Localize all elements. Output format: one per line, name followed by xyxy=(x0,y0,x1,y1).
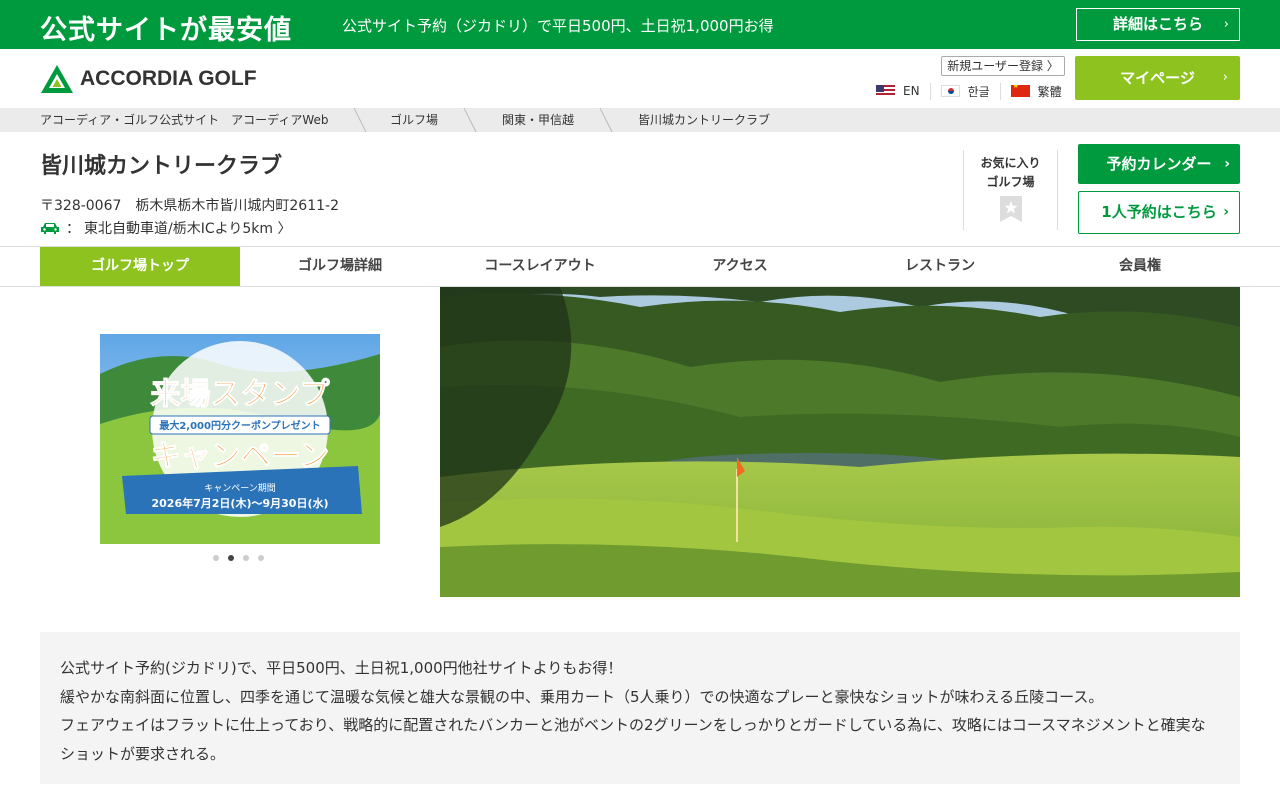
chevron-right-icon: › xyxy=(1223,204,1229,220)
course-address: 〒328-0067 栃木県栃木市皆川城内町2611-2 xyxy=(40,198,339,214)
banner-subtitle: 最大2,000円分クーポンプレゼント xyxy=(159,419,320,432)
banner-title-1: 来場スタンプ xyxy=(150,377,330,412)
language-switcher: EN 한글 繁體 xyxy=(876,82,1062,100)
chevron-right-icon: › xyxy=(1224,156,1230,172)
carousel-dots xyxy=(213,555,273,561)
accordia-logo-icon xyxy=(41,65,73,93)
mypage-button[interactable]: マイページ › xyxy=(1075,56,1240,100)
description-line: 緩やかな南斜面に位置し、四季を通じて温暖な気候と雄大な景観の中、乗用カート（5人… xyxy=(60,687,1104,706)
reservation-calendar-button[interactable]: 予約カレンダー › xyxy=(1078,144,1240,184)
golf-course-photo xyxy=(440,287,1240,597)
banner-period-label: キャンペーン期間 xyxy=(204,483,276,494)
calendar-button-label: 予約カレンダー xyxy=(1106,155,1212,173)
promo-bar: 公式サイトが最安値 公式サイト予約（ジカドリ）で平日500円、土日祝1,000円… xyxy=(0,0,1280,49)
breadcrumb: アコーディア・ゴルフ公式サイト アコーディアWeb ゴルフ場 関東・甲信越 皆川… xyxy=(0,108,1280,132)
lang-label: EN xyxy=(903,84,920,98)
campaign-banner-image: 来場スタンプ 最大2,000円分クーポンプレゼント キャンペーン キャンペーン期… xyxy=(100,334,380,544)
breadcrumb-home[interactable]: アコーディア・ゴルフ公式サイト アコーディアWeb xyxy=(40,108,328,132)
carousel-dot[interactable] xyxy=(213,555,219,561)
breadcrumb-separator-icon xyxy=(463,108,477,132)
banner-period: 2026年7月2日(木)～9月30日(水) xyxy=(152,496,329,510)
car-icon xyxy=(41,223,59,234)
tab-golf-top[interactable]: ゴルフ場トップ xyxy=(40,247,240,286)
tab-membership[interactable]: 会員権 xyxy=(1040,247,1240,286)
access-link[interactable]: 東北自動車道/栃木ICより5km 〉 xyxy=(84,218,291,238)
lang-en[interactable]: EN xyxy=(876,84,920,98)
bookmark-star-icon xyxy=(999,196,1022,222)
tab-restaurant[interactable]: レストラン xyxy=(840,247,1040,286)
course-hero-image xyxy=(440,287,1240,597)
tab-golf-details[interactable]: ゴルフ場詳細 xyxy=(240,247,440,286)
course-title: 皆川城カントリークラブ xyxy=(40,154,283,179)
carousel-dot[interactable] xyxy=(258,555,264,561)
solo-button-label: 1人予約はこちら xyxy=(1101,203,1217,221)
lang-ko[interactable]: 한글 xyxy=(929,82,990,100)
solo-reservation-button[interactable]: 1人予約はこちら › xyxy=(1078,191,1240,234)
breadcrumb-golf-courses[interactable]: ゴルフ場 xyxy=(390,108,438,132)
course-description: 公式サイト予約(ジカドリ)で、平日500円、土日祝1,000円他社サイトよりもお… xyxy=(40,632,1240,784)
campaign-banner[interactable]: 来場スタンプ 最大2,000円分クーポンプレゼント キャンペーン キャンペーン期… xyxy=(100,334,380,544)
promo-title: 公式サイトが最安値 xyxy=(40,15,292,46)
lang-label: 繁體 xyxy=(1037,84,1062,99)
description-line: 公式サイト予約(ジカドリ)で、平日500円、土日祝1,000円他社サイトよりもお… xyxy=(60,659,623,677)
cn-flag-icon xyxy=(1010,85,1030,97)
favorite-label-1: お気に入り xyxy=(980,156,1041,170)
access-info: ： 東北自動車道/栃木ICより5km 〉 xyxy=(40,218,291,238)
lang-label: 한글 xyxy=(967,84,990,99)
breadcrumb-current: 皆川城カントリークラブ xyxy=(638,113,771,127)
logo-text: ACCORDIA GOLF xyxy=(80,67,257,90)
tab-course-layout[interactable]: コースレイアウト xyxy=(440,247,640,286)
mypage-label: マイページ xyxy=(1120,69,1195,87)
tab-access[interactable]: アクセス xyxy=(640,247,840,286)
promo-details-label: 詳細はこちら xyxy=(1112,15,1203,33)
carousel-dot-active[interactable] xyxy=(228,555,234,561)
register-button[interactable]: 新規ユーザー登録 〉 xyxy=(941,56,1065,76)
kr-flag-icon xyxy=(940,85,960,97)
carousel-dot[interactable] xyxy=(243,555,249,561)
description-line: フェアウェイはフラットに仕上っており、戦略的に配置されたバンカーと池がベントの2… xyxy=(60,716,1206,763)
lang-zh[interactable]: 繁體 xyxy=(999,82,1062,100)
course-tabs: ゴルフ場トップ ゴルフ場詳細 コースレイアウト アクセス レストラン 会員権 xyxy=(0,246,1280,287)
breadcrumb-separator-icon xyxy=(353,108,367,132)
chevron-right-icon: › xyxy=(1223,17,1229,32)
favorite-button[interactable]: お気に入り ゴルフ場 xyxy=(963,150,1058,230)
breadcrumb-separator-icon xyxy=(599,108,613,132)
accordia-logo[interactable]: ACCORDIA GOLF xyxy=(40,64,310,94)
promo-text: 公式サイト予約（ジカドリ）で平日500円、土日祝1,000円お得 xyxy=(342,17,774,35)
promo-details-button[interactable]: 詳細はこちら › xyxy=(1076,8,1240,41)
access-colon: ： xyxy=(66,221,80,237)
breadcrumb-region[interactable]: 関東・甲信越 xyxy=(502,108,574,132)
us-flag-icon xyxy=(876,85,895,97)
favorite-label-2: ゴルフ場 xyxy=(986,175,1035,189)
chevron-right-icon: › xyxy=(1222,70,1228,85)
